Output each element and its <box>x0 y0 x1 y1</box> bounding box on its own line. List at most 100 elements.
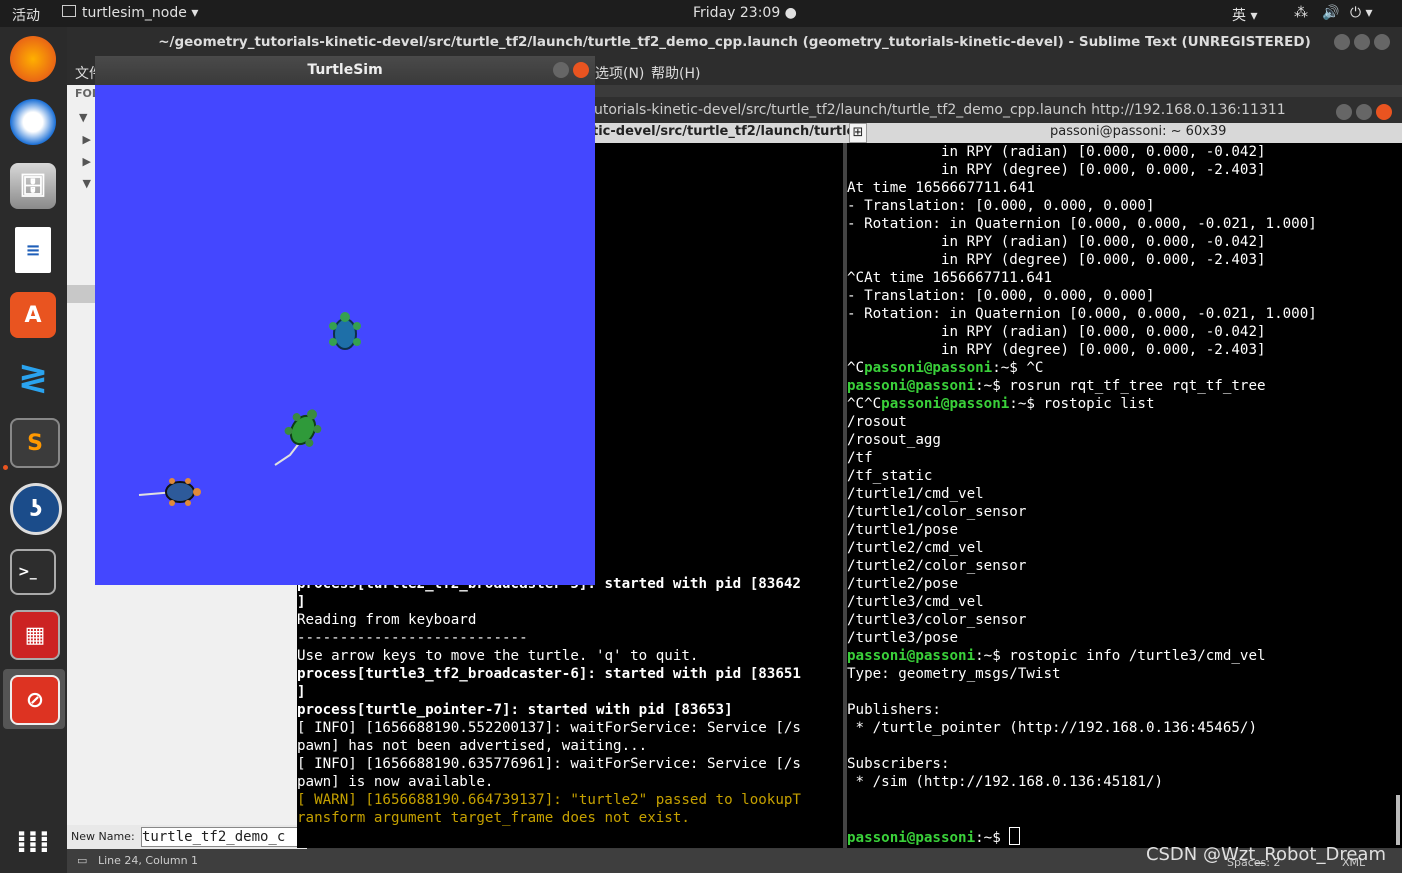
prompt-line: passoni@passoni:~$ rostopic info /turtle… <box>847 647 1402 665</box>
terminal-line: /tf_static <box>847 468 933 484</box>
minimize-button[interactable] <box>1334 34 1350 50</box>
turtlesim-window: TurtleSim <box>95 56 595 585</box>
prompt-line: ^Cpassoni@passoni:~$ ^C <box>847 359 1402 377</box>
app-menu-label: turtlesim_node <box>82 5 187 21</box>
terminal-minimize-button[interactable] <box>1336 104 1352 120</box>
terminal-line: Subscribers: <box>847 756 950 772</box>
terminal-line: /rosout_agg <box>847 432 941 448</box>
thunderbird-icon[interactable] <box>10 99 56 145</box>
menu-help[interactable]: 帮助(H) <box>651 63 700 83</box>
sublime-window-controls <box>1334 34 1390 50</box>
folder-tree[interactable]: ▼ ▶ ▶ ▼ <box>79 107 91 195</box>
terminal-line: /turtle3/pose <box>847 630 959 646</box>
terminal-line: - Rotation: in Quaternion [0.000, 0.000,… <box>847 216 1317 232</box>
turtle-sprite-left <box>165 478 201 506</box>
terminal-icon[interactable]: >_ <box>10 549 56 595</box>
blocked-icon[interactable]: ⊘ <box>10 675 60 725</box>
terminal-line: in RPY (radian) [0.000, 0.000, -0.042] <box>847 324 1266 340</box>
files-icon[interactable]: 🗄 <box>10 163 56 209</box>
tab-right[interactable]: passoni@passoni: ~ 60x39 <box>1050 124 1226 139</box>
status-icon[interactable]: ▭ <box>77 854 87 867</box>
turtle-sprite-middle <box>284 409 322 447</box>
terminal-line: ^CAt time 1656667711.641 <box>847 270 1052 286</box>
turtlesim-close-button[interactable] <box>573 62 589 78</box>
terminal-line: ] <box>297 594 306 610</box>
terminal-line: pawn] is now available. <box>297 774 494 790</box>
prompt-prefix: ^C <box>847 360 865 376</box>
dock: 🗄 ≡ A ≷ S ʖ >_ ▦ ⊘ ⁞⁞⁞ <box>0 27 67 873</box>
turtlesim-canvas <box>138 312 361 506</box>
prompt-line: passoni@passoni:~$ rosrun rqt_tf_tree rq… <box>847 377 1402 395</box>
maximize-button[interactable] <box>1354 34 1370 50</box>
right-terminal-pane[interactable]: in RPY (radian) [0.000, 0.000, -0.042] i… <box>847 143 1402 848</box>
prompt-line: ^C^Cpassoni@passoni:~$ rostopic list <box>847 395 1402 413</box>
app-menu[interactable]: turtlesim_node ▾ <box>62 5 198 21</box>
terminator-icon[interactable]: ▦ <box>10 610 60 660</box>
input-method[interactable]: 英 ▾ <box>1232 5 1257 25</box>
terminal-line: /turtle3/color_sensor <box>847 612 1027 628</box>
terminal-line: ] <box>297 684 306 700</box>
split-icon[interactable]: ⊞ <box>849 123 867 143</box>
terminal-line: [ INFO] [1656688190.635776961]: waitForS… <box>297 756 801 772</box>
terminal-title-bar: utorials-kinetic-devel/src/turtle_tf2/la… <box>590 97 1402 123</box>
turtlesim-minimize-button[interactable] <box>553 62 569 78</box>
sublime-icon[interactable]: S <box>10 418 60 468</box>
turtle-trail-2 <box>274 441 301 466</box>
new-name-input[interactable]: turtle_tf2_demo_c <box>141 827 305 847</box>
network-icon[interactable]: ⁂ <box>1294 5 1308 21</box>
firefox-icon[interactable] <box>10 36 56 82</box>
zotero-icon[interactable]: ʖ <box>10 483 62 535</box>
writer-icon[interactable]: ≡ <box>15 227 51 273</box>
terminal-line: pawn] has not been advertised, waiting..… <box>297 738 648 754</box>
prompt-user: passoni@passoni <box>864 360 993 376</box>
clock-label: Friday 23:09 <box>693 5 781 21</box>
terminal-line: At time 1656667711.641 <box>847 180 1035 196</box>
terminal-line: Use arrow keys to move the turtle. 'q' t… <box>297 648 699 664</box>
terminal-window-controls <box>1336 104 1392 120</box>
menu-preferences[interactable]: 选项(N) <box>595 63 644 83</box>
prompt-prefix: ^C^C <box>847 396 882 412</box>
terminal-line: - Translation: [0.000, 0.000, 0.000] <box>847 288 1155 304</box>
terminal-line: /turtle3/cmd_vel <box>847 594 984 610</box>
close-button[interactable] <box>1374 34 1390 50</box>
prompt-command: :~$ rostopic list <box>1009 396 1155 412</box>
terminal-line: /turtle1/color_sensor <box>847 504 1027 520</box>
terminal-line: /turtle2/pose <box>847 576 959 592</box>
terminal-line: in RPY (degree) [0.000, 0.000, -2.403] <box>847 342 1266 358</box>
ime-label: 英 <box>1232 8 1246 24</box>
terminal-maximize-button[interactable] <box>1356 104 1372 120</box>
vscode-icon[interactable]: ≷ <box>10 354 56 400</box>
running-indicator <box>3 465 8 470</box>
sublime-title: ~/geometry_tutorials-kinetic-devel/src/t… <box>158 34 1311 50</box>
terminal-close-button[interactable] <box>1376 104 1392 120</box>
power-icon[interactable]: ⏻ ▾ <box>1350 5 1373 21</box>
software-icon[interactable]: A <box>10 292 56 338</box>
prompt-user: passoni@passoni <box>847 648 976 664</box>
clock[interactable]: Friday 23:09 ● <box>693 5 797 21</box>
terminal-line: - Rotation: in Quaternion [0.000, 0.000,… <box>847 306 1317 322</box>
activities-button[interactable]: 活动 <box>12 5 40 25</box>
terminal-line: in RPY (radian) [0.000, 0.000, -0.042] <box>847 234 1266 250</box>
terminal-line: [ INFO] [1656688190.552200137]: waitForS… <box>297 720 801 736</box>
terminal-line: - Translation: [0.000, 0.000, 0.000] <box>847 198 1155 214</box>
terminal-line: /turtle2/cmd_vel <box>847 540 984 556</box>
new-name-label: New Name: <box>71 830 135 843</box>
terminal-line: * /sim (http://192.168.0.136:45181/) <box>847 774 1164 790</box>
tab-left[interactable]: tic-devel/src/turtle_tf2/launch/turtle <box>592 124 855 139</box>
terminal-line: --------------------------- <box>297 630 528 646</box>
terminal-line: process[turtle_pointer-7]: started with … <box>297 702 733 718</box>
prompt-command: :~$ <box>975 830 1010 846</box>
terminal-scrollbar[interactable] <box>1396 795 1400 845</box>
prompt-user: passoni@passoni <box>847 830 976 846</box>
terminal-title: utorials-kinetic-devel/src/turtle_tf2/la… <box>594 102 1286 118</box>
apps-grid-icon[interactable]: ⁞⁞⁞ <box>10 819 56 865</box>
terminal-line: in RPY (degree) [0.000, 0.000, -2.403] <box>847 162 1266 178</box>
prompt-user: passoni@passoni <box>847 378 976 394</box>
terminal-line: Type: geometry_msgs/Twist <box>847 666 1061 682</box>
terminal-line: /turtle1/cmd_vel <box>847 486 984 502</box>
volume-icon[interactable]: 🔊 <box>1322 5 1339 21</box>
terminal-line: in RPY (radian) [0.000, 0.000, -0.042] <box>847 144 1266 160</box>
terminal-line: process[turtle3_tf2_broadcaster-6]: star… <box>297 666 801 682</box>
